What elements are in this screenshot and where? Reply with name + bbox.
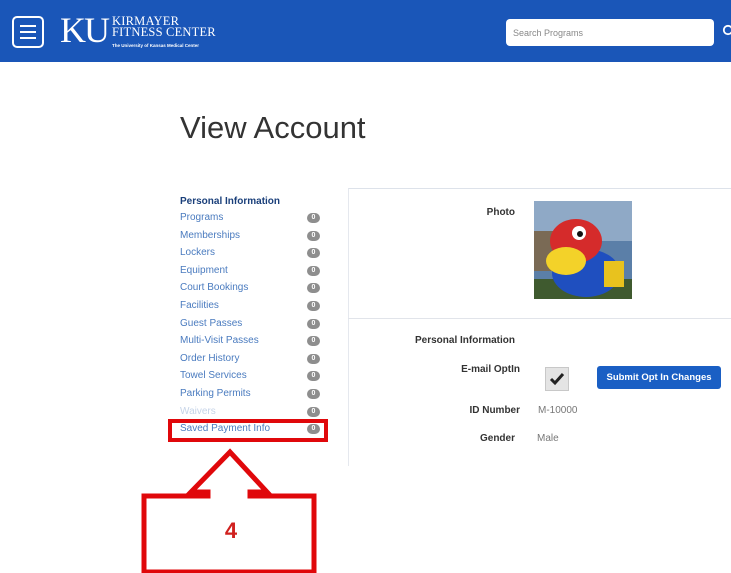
id-number-value: M-10000: [538, 405, 578, 416]
count-badge: 0: [307, 318, 320, 329]
sidebar-item-label: Order History: [180, 352, 240, 364]
menu-line-icon: [20, 37, 36, 39]
sidebar-item-towel-services[interactable]: Towel Services 0: [180, 367, 330, 385]
sidebar-item-guest-passes[interactable]: Guest Passes 0: [180, 315, 330, 333]
sidebar-item-label: Multi-Visit Passes: [180, 335, 259, 347]
sidebar-item-label: Parking Permits: [180, 387, 251, 399]
search-icon[interactable]: [722, 24, 731, 38]
sidebar-item-lockers[interactable]: Lockers 0: [180, 244, 330, 262]
count-badge: 0: [307, 213, 320, 223]
sidebar-item-label: Waivers: [180, 405, 216, 417]
kirmayer-logo[interactable]: KU KIRMAYER FITNESS CENTER The Universit…: [60, 10, 216, 54]
jayhawk-mascot-image: [534, 201, 632, 299]
count-badge: 0: [307, 336, 320, 347]
sidebar-item-label: Equipment: [180, 264, 228, 276]
count-badge: 0: [307, 283, 320, 294]
checkmark-icon: [549, 373, 565, 386]
annotation-step-number: 4: [224, 518, 238, 543]
profile-photo[interactable]: [534, 201, 632, 299]
count-badge: 0: [307, 371, 320, 382]
logo-subtitle: The University of Kansas Medical Center: [112, 43, 200, 48]
sidebar-heading-personal-information[interactable]: Personal Information: [180, 195, 330, 209]
sidebar-item-programs[interactable]: Programs 0: [180, 209, 330, 227]
sidebar-item-parking-permits[interactable]: Parking Permits 0: [180, 385, 330, 403]
annotation-highlight-box: [168, 419, 328, 442]
gender-label: Gender: [479, 433, 515, 444]
gender-value: Male: [537, 433, 559, 444]
sidebar-item-waivers[interactable]: Waivers 0: [180, 403, 330, 421]
sidebar-item-court-bookings[interactable]: Court Bookings 0: [180, 279, 330, 297]
email-optin-label: E-mail OptIn: [461, 364, 520, 375]
logo-ku-mark: KU: [60, 10, 110, 50]
section-divider: [348, 318, 731, 319]
count-badge: 0: [307, 248, 320, 259]
sidebar-item-order-history[interactable]: Order History 0: [180, 350, 330, 368]
sidebar-item-label: Memberships: [180, 229, 241, 241]
sidebar-item-memberships[interactable]: Memberships 0: [180, 227, 330, 245]
count-badge: 0: [307, 388, 320, 399]
sidebar-item-label: Lockers: [180, 247, 216, 259]
count-badge: 0: [307, 353, 320, 364]
sidebar-item-multi-visit-passes[interactable]: Multi-Visit Passes 0: [180, 332, 330, 350]
sidebar-item-label: Towel Services: [180, 370, 247, 382]
sidebar-item-label: Facilities: [180, 299, 219, 311]
sidebar-item-label: Court Bookings: [180, 282, 249, 294]
count-badge: 0: [307, 230, 320, 241]
photo-label: Photo: [486, 207, 515, 218]
search-programs-input[interactable]: [506, 19, 714, 46]
sidebar-item-equipment[interactable]: Equipment 0: [180, 262, 330, 280]
menu-line-icon: [20, 25, 36, 27]
sidebar-item-label: Programs: [180, 212, 224, 223]
count-badge: 0: [307, 406, 320, 417]
sidebar-item-label: Guest Passes: [180, 317, 243, 329]
top-navigation-bar: KU KIRMAYER FITNESS CENTER The Universit…: [0, 0, 731, 62]
hamburger-menu-button[interactable]: [12, 16, 44, 48]
submit-opt-in-changes-button[interactable]: Submit Opt In Changes: [597, 366, 721, 389]
sidebar-item-facilities[interactable]: Facilities 0: [180, 297, 330, 315]
account-sidebar: Personal Information Programs 0 Membersh…: [180, 195, 330, 438]
id-number-label: ID Number: [469, 405, 520, 416]
logo-line-2: FITNESS CENTER: [112, 25, 216, 39]
personal-information-heading: Personal Information: [414, 335, 515, 346]
logo-wordmark: KIRMAYER FITNESS CENTER The University o…: [112, 15, 216, 50]
page-title: View Account: [180, 110, 366, 145]
email-optin-checkbox[interactable]: [545, 367, 569, 391]
count-badge: 0: [307, 265, 320, 276]
menu-line-icon: [20, 31, 36, 33]
count-badge: 0: [307, 300, 320, 311]
